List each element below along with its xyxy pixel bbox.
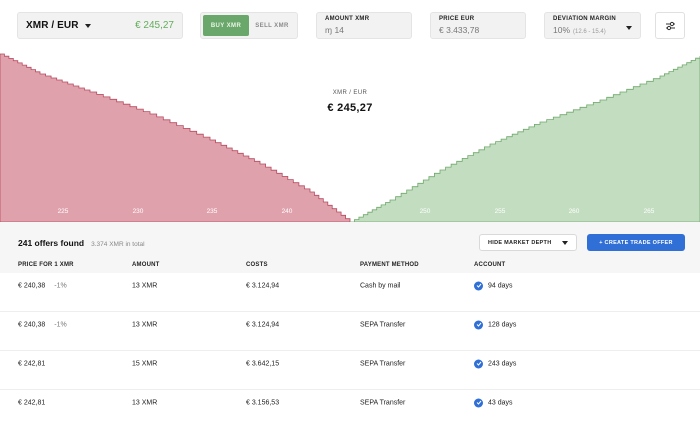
column-header[interactable]: PAYMENT METHOD: [360, 262, 419, 268]
price-deviation: -1%: [54, 321, 67, 329]
price-field-value: € 3.433,78: [439, 25, 480, 35]
price-cell: € 242,81: [18, 399, 54, 406]
filter-settings-button[interactable]: [655, 12, 685, 39]
offers-total: 3.374 XMR in total: [91, 241, 145, 248]
chevron-down-icon: [626, 26, 632, 30]
payment-method-cell: SEPA Transfer: [360, 360, 406, 368]
sliders-icon: [665, 21, 675, 30]
verified-check-icon: [474, 359, 483, 369]
payment-method-cell: Cash by mail: [360, 282, 401, 290]
x-tick: 260: [569, 208, 580, 215]
payment-method-cell: SEPA Transfer: [360, 321, 406, 329]
currency-pair-label: XMR / EUR: [26, 20, 79, 31]
deviation-percent: 10%: [553, 25, 571, 35]
costs-cell: € 3.642,15: [246, 360, 280, 368]
table-row[interactable]: € 240,38 -1% 13 XMR € 3.124,94 Cash by ma…: [0, 273, 700, 312]
ask-depth-area: [350, 56, 700, 222]
market-depth-chart: 225 230 235 240 250 255 260 265 XMR / EU…: [0, 52, 700, 222]
column-header[interactable]: PRICE FOR 1 XMR: [18, 262, 74, 268]
amount-field[interactable]: AMOUNT XMR ɱ 14: [316, 12, 412, 39]
table-body: € 240,38 -1% 13 XMR € 3.124,94 Cash by ma…: [0, 273, 700, 426]
price-deviation: -1%: [54, 282, 67, 290]
bid-depth-area: [0, 53, 351, 222]
price-field[interactable]: PRICE EUR € 3.433,78: [430, 12, 526, 39]
column-header[interactable]: COSTS: [246, 262, 268, 268]
account-age: 94 days: [488, 282, 513, 290]
x-tick: 240: [282, 208, 293, 215]
account-cell: 94 days: [474, 281, 513, 291]
buy-xmr-button[interactable]: BUY XMR: [203, 15, 249, 36]
column-header[interactable]: AMOUNT: [132, 262, 160, 268]
current-price: € 245,27: [135, 20, 174, 31]
hide-market-depth-label: HIDE MARKET DEPTH: [488, 239, 552, 246]
price-field-label: PRICE EUR: [439, 16, 475, 22]
offers-summary: 241 offers found 3.374 XMR in total: [18, 238, 145, 248]
x-tick: 235: [207, 208, 218, 215]
create-trade-offer-button[interactable]: + CREATE TRADE OFFER: [587, 234, 685, 251]
column-header[interactable]: ACCOUNT: [474, 262, 505, 268]
x-tick: 250: [420, 208, 431, 215]
amount-cell: 13 XMR: [132, 321, 158, 329]
x-tick: 230: [133, 208, 144, 215]
price-value: € 242,81: [18, 360, 46, 368]
offers-count: 241 offers found: [18, 238, 85, 248]
sell-xmr-button[interactable]: SELL XMR: [249, 15, 295, 36]
price-cell: € 240,38 -1%: [18, 321, 67, 328]
amount-cell: 15 XMR: [132, 360, 158, 368]
deviation-margin-select[interactable]: DEVIATION MARGIN 10% (12.6 - 15.4): [544, 12, 641, 39]
chevron-down-icon: [562, 240, 568, 245]
amount-field-value: ɱ 14: [325, 25, 344, 35]
amount-cell: 13 XMR: [132, 282, 158, 290]
account-cell: 128 days: [474, 320, 517, 330]
price-value: € 240,38: [18, 282, 46, 290]
chevron-down-icon: [84, 23, 91, 28]
payment-method-cell: SEPA Transfer: [360, 399, 406, 407]
price-value: € 242,81: [18, 399, 46, 407]
offers-panel: 241 offers found 3.374 XMR in total HIDE…: [0, 222, 700, 426]
hide-market-depth-select[interactable]: HIDE MARKET DEPTH: [479, 234, 577, 251]
table-row[interactable]: € 242,81 15 XMR € 3.642,15 SEPA Transfer…: [0, 351, 700, 390]
buy-sell-toggle: BUY XMR SELL XMR: [200, 12, 298, 39]
account-age: 128 days: [488, 321, 517, 329]
deviation-range: (12.6 - 15.4): [573, 29, 606, 35]
x-tick: 255: [495, 208, 506, 215]
price-cell: € 240,38 -1%: [18, 282, 67, 289]
depth-chart-svg: 225 230 235 240 250 255 260 265: [0, 53, 700, 222]
chart-pair-label: XMR / EUR: [332, 90, 368, 96]
currency-pair-select[interactable]: XMR / EUR € 245,27: [17, 12, 183, 39]
verified-check-icon: [474, 281, 483, 291]
table-row[interactable]: € 240,38 -1% 13 XMR € 3.124,94 SEPA Trans…: [0, 312, 700, 351]
toolbar: XMR / EUR € 245,27 BUY XMR SELL XMR AMOU…: [0, 0, 700, 52]
chart-mid-price: € 245,27: [327, 102, 373, 114]
costs-cell: € 3.124,94: [246, 282, 280, 290]
account-cell: 243 days: [474, 359, 517, 369]
account-cell: 43 days: [474, 398, 513, 408]
amount-cell: 13 XMR: [132, 399, 158, 407]
verified-check-icon: [474, 320, 483, 330]
table-header: PRICE FOR 1 XMR AMOUNT COSTS PAYMENT MET…: [0, 259, 700, 273]
costs-cell: € 3.124,94: [246, 321, 280, 329]
price-cell: € 242,81: [18, 360, 54, 367]
amount-field-label: AMOUNT XMR: [325, 16, 370, 22]
verified-check-icon: [474, 398, 483, 408]
deviation-margin-value: 10% (12.6 - 15.4): [553, 25, 633, 35]
x-tick: 225: [58, 208, 69, 215]
account-age: 243 days: [488, 360, 517, 368]
deviation-margin-label: DEVIATION MARGIN: [553, 16, 617, 22]
offers-table: PRICE FOR 1 XMR AMOUNT COSTS PAYMENT MET…: [0, 259, 700, 426]
price-value: € 240,38: [18, 321, 46, 329]
costs-cell: € 3.156,53: [246, 399, 280, 407]
x-tick: 265: [644, 208, 655, 215]
account-age: 43 days: [488, 399, 513, 407]
table-row[interactable]: € 242,81 13 XMR € 3.156,53 SEPA Transfer…: [0, 390, 700, 426]
